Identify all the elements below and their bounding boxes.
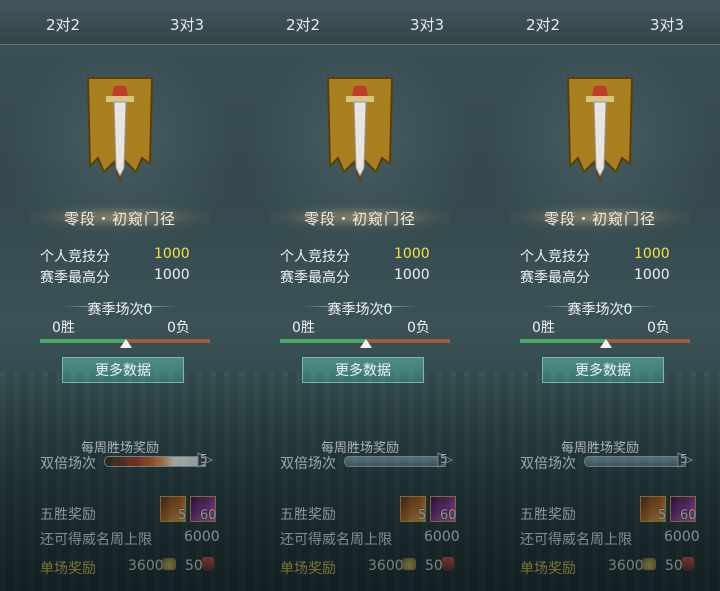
personal-score-value: 1000: [394, 246, 430, 262]
single-reward-coin-amount: 3600: [368, 558, 404, 574]
remaining-cap-label: 还可得威名周上限: [520, 532, 632, 548]
tab-3v3[interactable]: 3对3: [379, 8, 475, 40]
single-reward-badge-amount: 50: [425, 558, 443, 574]
remaining-cap-value: 6000: [424, 529, 460, 545]
season-matches: 赛季场次0: [567, 302, 633, 318]
lose-bar: [366, 339, 450, 343]
double-matches-bar: [344, 456, 446, 467]
single-match-reward-label: 单场奖励: [520, 561, 576, 577]
season-matches: 赛季场次0: [327, 302, 393, 318]
personal-score-value: 1000: [634, 246, 670, 262]
more-data-button[interactable]: 更多数据: [302, 357, 424, 383]
double-matches-count: 5: [440, 452, 448, 466]
losses-count: 0负: [167, 320, 190, 336]
arena-panel-3: 2对2 3对3 零段・初窥门径 个人竞技分 1000 赛季最高分 1000 赛季…: [480, 0, 720, 591]
season-high-label: 赛季最高分: [520, 270, 590, 286]
rank-sword-emblem-icon: [566, 77, 634, 182]
double-matches-bar: [104, 456, 206, 467]
season-high-value: 1000: [154, 267, 190, 283]
tab-3v3[interactable]: 3对3: [650, 14, 684, 35]
rank-name: 零段・初窥门径: [63, 210, 176, 228]
reward-item-a-count: 5: [658, 508, 667, 523]
single-match-reward-label: 单场奖励: [280, 561, 336, 577]
mode-tabs: 2对2 3对3: [240, 0, 480, 45]
losses-count: 0负: [647, 320, 670, 336]
double-matches-label: 双倍场次: [520, 456, 576, 472]
double-matches-bar: [584, 456, 686, 467]
season-high-label: 赛季最高分: [40, 270, 110, 286]
wins-count: 0胜: [292, 320, 315, 336]
personal-score-label: 个人竞技分: [280, 249, 350, 265]
season-high-value: 1000: [634, 267, 670, 283]
win-bar: [40, 339, 126, 343]
coin-icon: [162, 558, 176, 570]
tab-2v2[interactable]: 2对2: [526, 14, 560, 35]
single-reward-badge-amount: 50: [665, 558, 683, 574]
personal-score-value: 1000: [154, 246, 190, 262]
five-wins-reward-label: 五胜奖励: [40, 507, 96, 523]
rank-sword-emblem-icon: [86, 77, 154, 182]
lose-bar: [606, 339, 690, 343]
remaining-cap-label: 还可得威名周上限: [280, 532, 392, 548]
win-loss-marker-icon: [600, 339, 612, 348]
reward-item-a-count: 5: [178, 508, 187, 523]
mode-tabs: 2对2 3对3: [0, 0, 240, 45]
tab-2v2[interactable]: 2对2: [286, 14, 320, 35]
double-matches-count: 5: [200, 452, 208, 466]
rank-name: 零段・初窥门径: [303, 210, 416, 228]
remaining-cap-value: 6000: [184, 529, 220, 545]
reward-item-b-count: 60: [440, 508, 457, 523]
coin-icon: [402, 558, 416, 570]
badge-icon: [202, 557, 214, 571]
arena-panel-2: 2对2 3对3 零段・初窥门径 个人竞技分 1000 赛季最高分 1000 赛季…: [240, 0, 481, 591]
more-data-button[interactable]: 更多数据: [62, 357, 184, 383]
remaining-cap-value: 6000: [664, 529, 700, 545]
single-reward-coin-amount: 3600: [128, 558, 164, 574]
win-bar: [280, 339, 366, 343]
season-matches: 赛季场次0: [87, 302, 153, 318]
tab-3v3[interactable]: 3对3: [170, 14, 204, 35]
coin-icon: [642, 558, 656, 570]
win-loss-marker-icon: [360, 339, 372, 348]
double-matches-label: 双倍场次: [40, 456, 96, 472]
win-bar: [520, 339, 606, 343]
win-loss-marker-icon: [120, 339, 132, 348]
arena-panel-1: 2对2 3对3 零段・初窥门径 个人竞技分 1000 赛季最高分 1000 赛季…: [0, 0, 241, 591]
five-wins-reward-label: 五胜奖励: [280, 507, 336, 523]
double-matches-count: 5: [680, 452, 688, 466]
reward-item-b-count: 60: [680, 508, 697, 523]
personal-score-label: 个人竞技分: [40, 249, 110, 265]
single-match-reward-label: 单场奖励: [40, 561, 96, 577]
reward-item-b-count: 60: [200, 508, 217, 523]
badge-icon: [682, 557, 694, 571]
season-high-label: 赛季最高分: [280, 270, 350, 286]
reward-item-a-count: 5: [418, 508, 427, 523]
single-reward-coin-amount: 3600: [608, 558, 644, 574]
mode-tabs: 2对2 3对3: [480, 0, 720, 45]
more-data-button[interactable]: 更多数据: [542, 357, 664, 383]
five-wins-reward-label: 五胜奖励: [520, 507, 576, 523]
badge-icon: [442, 557, 454, 571]
losses-count: 0负: [407, 320, 430, 336]
personal-score-label: 个人竞技分: [520, 249, 590, 265]
lose-bar: [126, 339, 210, 343]
wins-count: 0胜: [52, 320, 75, 336]
season-high-value: 1000: [394, 267, 430, 283]
rank-name: 零段・初窥门径: [543, 210, 656, 228]
tab-2v2[interactable]: 2对2: [46, 14, 80, 35]
single-reward-badge-amount: 50: [185, 558, 203, 574]
remaining-cap-label: 还可得威名周上限: [40, 532, 152, 548]
rank-sword-emblem-icon: [326, 77, 394, 182]
double-matches-label: 双倍场次: [280, 456, 336, 472]
wins-count: 0胜: [532, 320, 555, 336]
